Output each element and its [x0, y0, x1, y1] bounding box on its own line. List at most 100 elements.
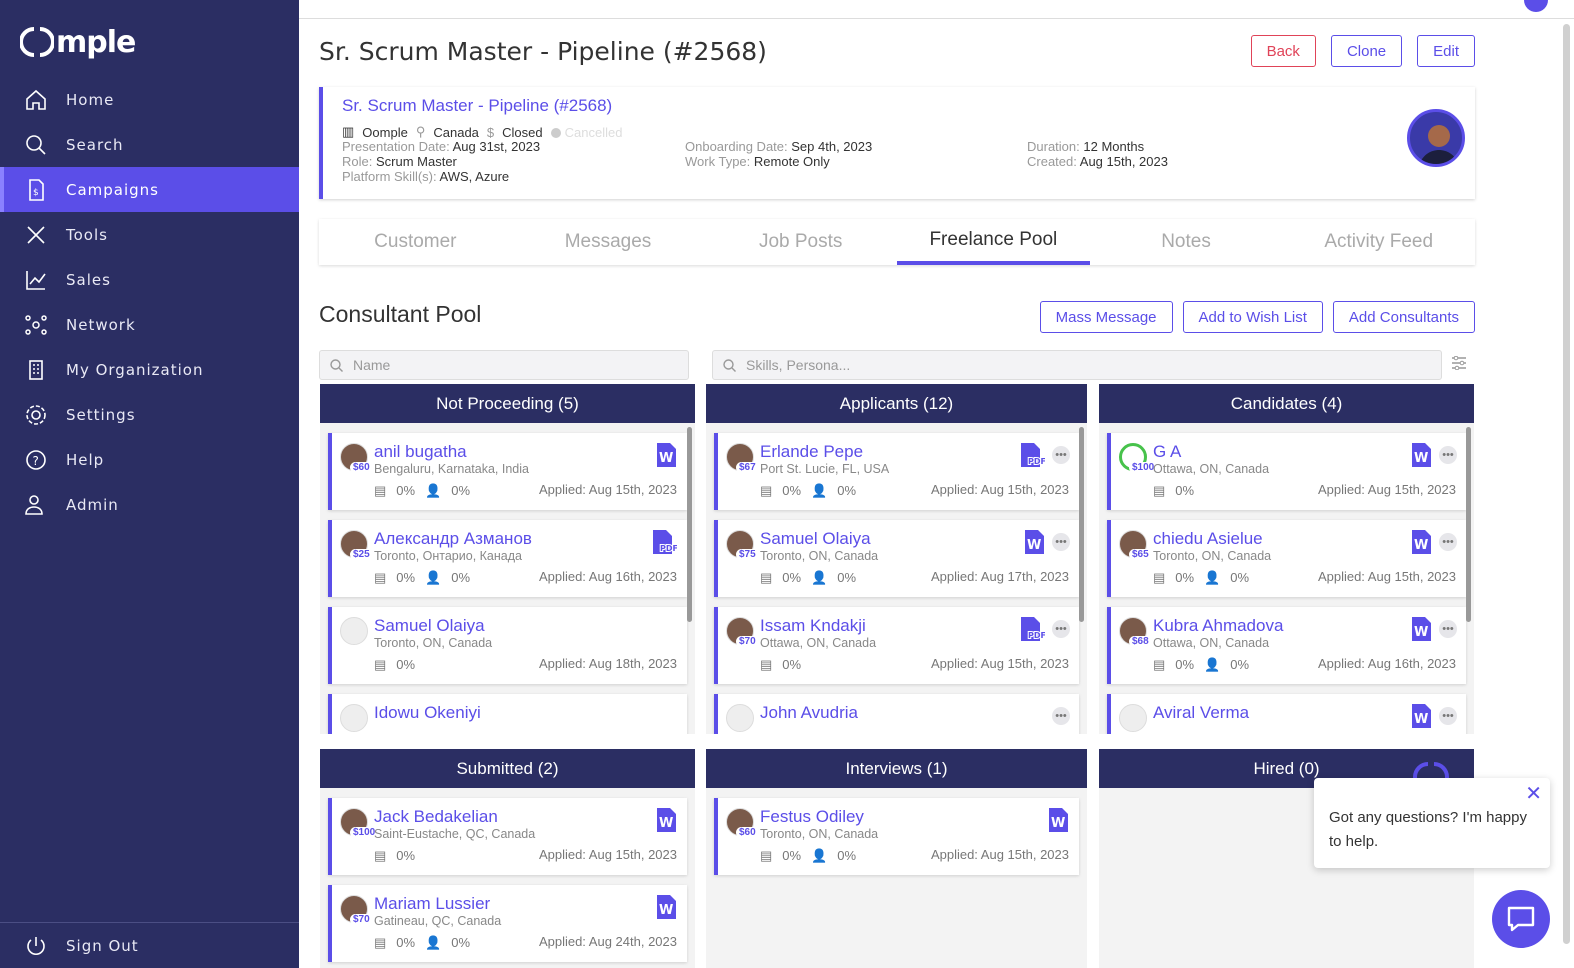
add-to-wish-list-button[interactable]: Add to Wish List: [1182, 301, 1323, 333]
sign-out-button[interactable]: Sign Out: [0, 922, 299, 968]
candidate-name[interactable]: G A: [1153, 442, 1181, 462]
nav-organization[interactable]: My Organization: [0, 347, 299, 392]
pipeline-column: Interviews (1) $60 Festus Odiley Toronto, O…: [706, 749, 1087, 968]
candidate-card[interactable]: Samuel Olaiya Toronto, ON, Canada ▤ 0% Appli…: [328, 607, 687, 684]
candidate-card[interactable]: $100 G A Ottawa, ON, Canada ▤ 0% Applied: Aug…: [1107, 433, 1466, 510]
candidate-name[interactable]: Issam Kndakji: [760, 616, 866, 636]
column-scrollbar[interactable]: [1466, 427, 1471, 622]
skills-search-input[interactable]: Skills, Persona...: [712, 350, 1442, 380]
candidate-card[interactable]: Idowu Okeniyi: [328, 694, 687, 734]
candidate-card[interactable]: $68 Kubra Ahmadova Ottawa, ON, Canada ▤ 0% 👤 0…: [1107, 607, 1466, 684]
more-options-icon[interactable]: •••: [1439, 707, 1457, 725]
more-options-icon[interactable]: •••: [1052, 533, 1070, 551]
building-icon: ▥: [342, 124, 355, 139]
close-icon[interactable]: ✕: [1525, 782, 1542, 806]
tab-notes[interactable]: Notes: [1090, 219, 1283, 265]
candidate-name[interactable]: Kubra Ahmadova: [1153, 616, 1283, 636]
candidate-name[interactable]: Idowu Okeniyi: [374, 703, 481, 723]
applied-date: Applied: Aug 15th, 2023: [930, 847, 1069, 862]
nav-search[interactable]: Search: [0, 122, 299, 167]
candidate-card[interactable]: $100 Jack Bedakelian Saint-Eustache, QC, C…: [328, 798, 687, 875]
candidate-name[interactable]: Александр Азманов: [374, 529, 532, 549]
edit-button[interactable]: Edit: [1417, 35, 1475, 67]
filter-sliders-icon[interactable]: [1451, 356, 1467, 370]
word-document-icon[interactable]: W: [1410, 703, 1432, 734]
word-document-icon[interactable]: W: [655, 807, 677, 838]
candidate-card[interactable]: $70 Mariam Lussier Gatineau, QC, Canada ▤ 0%…: [328, 885, 687, 962]
tab-activity-feed[interactable]: Activity Feed: [1282, 219, 1475, 265]
word-document-icon[interactable]: W: [1410, 616, 1432, 647]
column-scrollbar[interactable]: [687, 427, 692, 622]
nav-campaigns[interactable]: $ Campaigns: [0, 167, 299, 212]
word-document-icon[interactable]: W: [1410, 442, 1432, 473]
recruiter-avatar[interactable]: [1407, 109, 1465, 167]
candidate-name[interactable]: Jack Bedakelian: [374, 807, 498, 827]
cancelled-status: Cancelled: [550, 125, 622, 140]
nav-admin[interactable]: Admin: [0, 482, 299, 527]
more-options-icon[interactable]: •••: [1052, 620, 1070, 638]
candidate-name[interactable]: Festus Odiley: [760, 807, 864, 827]
more-options-icon[interactable]: •••: [1052, 446, 1070, 464]
nav-home[interactable]: Home: [0, 77, 299, 122]
add-consultants-button[interactable]: Add Consultants: [1332, 301, 1475, 333]
applied-date: Applied: Aug 16th, 2023: [1317, 656, 1456, 671]
consultant-pool-title: Consultant Pool: [319, 301, 482, 327]
word-document-icon[interactable]: W: [655, 442, 677, 473]
candidate-name[interactable]: Samuel Olaiya: [374, 616, 485, 636]
candidate-name[interactable]: John Avudria: [760, 703, 858, 723]
more-options-icon[interactable]: •••: [1439, 446, 1457, 464]
user-check-icon: 👤: [1204, 657, 1221, 672]
pdf-document-icon[interactable]: PDF: [1019, 616, 1047, 647]
column-header: Candidates (4): [1099, 384, 1474, 423]
clone-button[interactable]: Clone: [1330, 35, 1403, 67]
search-icon: [330, 358, 343, 372]
word-document-icon[interactable]: W: [1047, 807, 1069, 838]
word-document-icon[interactable]: W: [655, 894, 677, 925]
campaigns-icon: $: [29, 178, 44, 201]
candidate-card[interactable]: $65 chiedu Asielue Toronto, ON, Canada ▤ 0% 👤…: [1107, 520, 1466, 597]
candidate-name[interactable]: Samuel Olaiya: [760, 529, 871, 549]
candidate-card[interactable]: $75 Samuel Olaiya Toronto, ON, Canada ▤ 0% 👤 0…: [714, 520, 1079, 597]
more-options-icon[interactable]: •••: [1052, 707, 1070, 725]
tab-job-posts[interactable]: Job Posts: [704, 219, 897, 265]
candidate-name[interactable]: chiedu Asielue: [1153, 529, 1263, 549]
mass-message-button[interactable]: Mass Message: [1039, 301, 1173, 333]
candidate-card[interactable]: $60 anil bugatha Bengaluru, Karnataka, Ind…: [328, 433, 687, 510]
match-stats: ▤ 0% 👤 0%: [760, 570, 856, 586]
more-options-icon[interactable]: •••: [1439, 533, 1457, 551]
candidate-card[interactable]: $70 Issam Kndakji Ottawa, ON, Canada ▤ 0% App…: [714, 607, 1079, 684]
candidate-card[interactable]: John Avudria •••: [714, 694, 1079, 734]
candidate-card[interactable]: $67 Erlande Pepe Port St. Lucie, FL, USA ▤ 0…: [714, 433, 1079, 510]
tab-messages[interactable]: Messages: [512, 219, 705, 265]
candidate-card[interactable]: $25 Александр Азманов Toronto, Онтарио, Ка…: [328, 520, 687, 597]
candidate-name[interactable]: Mariam Lussier: [374, 894, 490, 914]
chat-launcher-button[interactable]: [1492, 890, 1550, 948]
word-document-icon[interactable]: W: [1023, 529, 1045, 560]
campaign-title[interactable]: Sr. Scrum Master - Pipeline (#2568): [342, 96, 612, 116]
user-avatar[interactable]: [1524, 0, 1548, 12]
name-search-input[interactable]: Name: [319, 350, 689, 380]
nav-sales[interactable]: Sales: [0, 257, 299, 302]
nav-help[interactable]: ? Help: [0, 437, 299, 482]
rate-badge: $75: [736, 549, 759, 560]
tab-customer[interactable]: Customer: [319, 219, 512, 265]
nav-settings[interactable]: Settings: [0, 392, 299, 437]
candidate-name[interactable]: Aviral Verma: [1153, 703, 1249, 723]
nav-network[interactable]: Network: [0, 302, 299, 347]
back-button[interactable]: Back: [1250, 35, 1316, 67]
candidate-name[interactable]: Erlande Pepe: [760, 442, 863, 462]
pdf-document-icon[interactable]: PDF: [1019, 442, 1047, 473]
candidate-card[interactable]: Aviral Verma W •••: [1107, 694, 1466, 734]
gear-icon: [26, 404, 46, 425]
column-scrollbar[interactable]: [1079, 427, 1084, 622]
nav-tools[interactable]: Tools: [0, 212, 299, 257]
logo[interactable]: mple: [20, 22, 136, 62]
tab-freelance-pool[interactable]: Freelance Pool: [897, 219, 1090, 265]
candidate-name[interactable]: anil bugatha: [374, 442, 467, 462]
candidate-location: Port St. Lucie, FL, USA: [760, 462, 890, 476]
word-document-icon[interactable]: W: [1410, 529, 1432, 560]
candidate-card[interactable]: $60 Festus Odiley Toronto, ON, Canada ▤ 0% 👤 0…: [714, 798, 1079, 875]
page-scrollbar[interactable]: [1563, 24, 1570, 944]
more-options-icon[interactable]: •••: [1439, 620, 1457, 638]
pdf-document-icon[interactable]: PDF: [651, 529, 679, 560]
